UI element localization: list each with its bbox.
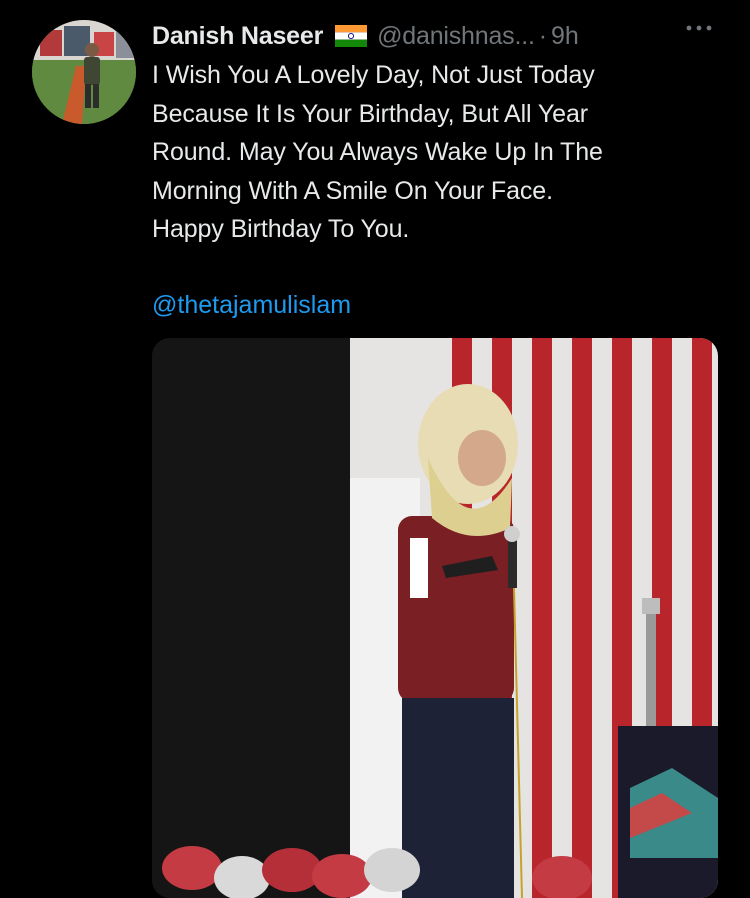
avatar[interactable] (32, 20, 136, 124)
author-handle[interactable]: @danishnas... (377, 22, 535, 51)
more-options-icon[interactable] (684, 20, 714, 36)
india-flag-icon (335, 25, 368, 47)
tweet-photo[interactable] (152, 338, 718, 898)
mention-link[interactable]: @thetajamulislam (152, 286, 351, 324)
tweet[interactable]: Danish Naseer @danishnas... · 9h I Wish … (0, 0, 750, 898)
tweet-text: I Wish You A Lovely Day, Not Just Today … (152, 61, 603, 243)
tweet-timestamp[interactable]: 9h (551, 22, 579, 51)
separator-dot: · (538, 21, 548, 50)
author-name[interactable]: Danish Naseer (152, 22, 323, 51)
tweet-header: Danish Naseer @danishnas... · 9h (152, 16, 732, 56)
